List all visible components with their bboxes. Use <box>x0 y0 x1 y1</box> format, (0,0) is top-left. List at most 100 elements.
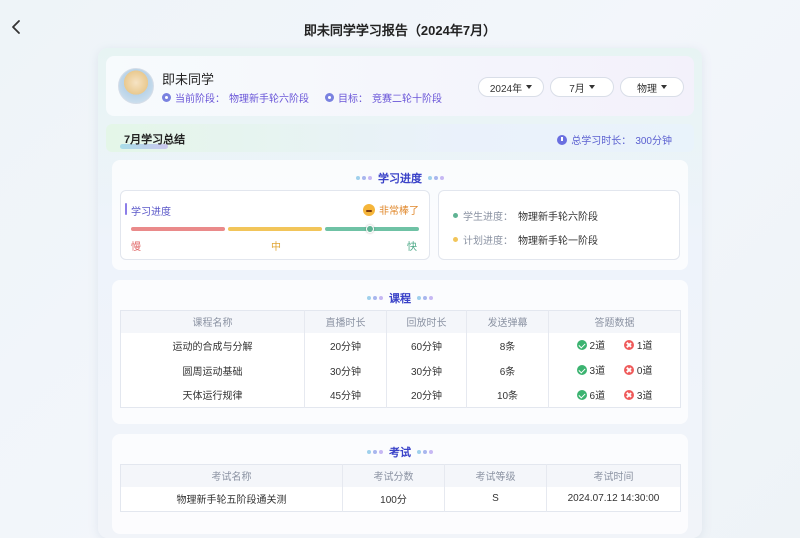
dots-decoration <box>356 176 372 180</box>
live-duration: 20分钟 <box>304 332 387 358</box>
course-name: 圆周运动基础 <box>120 357 305 383</box>
month-select-value: 7月 <box>569 83 585 95</box>
speed-label-mid: 中 <box>271 242 281 253</box>
stage-label: 当前阶段： <box>175 94 225 105</box>
rating-badge-text: 非常棒了 <box>379 206 419 217</box>
report-panel: 即未同学 当前阶段： 物理新手轮六阶段 目标： 竞赛二轮十阶段 2024年 7月… <box>98 48 702 538</box>
student-progress-label: 学生进度： <box>463 212 513 223</box>
clock-icon <box>557 134 568 145</box>
progress-legend-card: 学生进度： 物理新手轮六阶段 计划进度： 物理新手轮一阶段 <box>438 190 680 260</box>
speed-label-fast: 快 <box>407 242 417 253</box>
progress-section-title: 学习进度 <box>378 173 422 185</box>
happy-face-icon <box>363 203 375 216</box>
replay-duration: 60分钟 <box>386 332 467 358</box>
avatar <box>118 68 154 104</box>
plan-progress-value: 物理新手轮一阶段 <box>518 236 598 247</box>
profile-meta: 当前阶段： 物理新手轮六阶段 目标： 竞赛二轮十阶段 <box>162 90 454 105</box>
x-circle-icon <box>623 364 634 375</box>
green-dot-icon <box>453 213 458 218</box>
month-select[interactable]: 7月 <box>550 77 614 97</box>
student-progress-row: 学生进度： 物理新手轮六阶段 <box>453 208 598 223</box>
total-time-label: 总学习时长： <box>571 136 632 147</box>
target-icon <box>325 93 334 102</box>
chevron-down-icon <box>526 85 533 89</box>
table-row[interactable]: 天体运行规律 45分钟 20分钟 10条 6道 3道 <box>120 382 681 408</box>
x-circle-icon <box>623 389 634 400</box>
table-row[interactable]: 物理新手轮五阶段通关测 100分 S 2024.07.12 14:30:00 <box>120 486 681 512</box>
dots-decoration <box>417 450 433 454</box>
table-row[interactable]: 圆周运动基础 30分钟 30分钟 6条 3道 0道 <box>120 357 681 383</box>
check-circle-icon <box>576 339 587 350</box>
column-header: 答题数据 <box>548 310 681 333</box>
goal-label: 目标： <box>338 94 368 105</box>
profile-card: 即未同学 当前阶段： 物理新手轮六阶段 目标： 竞赛二轮十阶段 2024年 7月… <box>106 56 694 116</box>
column-header: 考试时间 <box>546 464 681 487</box>
rating-badge: 非常棒了 <box>363 202 419 217</box>
wrong-count: 0道 <box>636 366 653 378</box>
dots-decoration <box>367 450 383 454</box>
page-title: 即未同学学习报告（2024年7月） <box>303 23 497 38</box>
courses-section: 课程 课程名称 直播时长 回放时长 发送弹幕 答题数据 运动的合成与分解 20分… <box>112 280 688 424</box>
column-header: 直播时长 <box>304 310 387 333</box>
correct-count: 6道 <box>589 391 606 402</box>
x-circle-icon <box>623 339 634 350</box>
table-row[interactable]: 运动的合成与分解 20分钟 60分钟 8条 2道 1道 <box>120 332 681 358</box>
speed-indicator <box>366 225 375 233</box>
total-time-value: 300分钟 <box>635 136 672 147</box>
year-select-value: 2024年 <box>489 83 523 95</box>
student-progress-value: 物理新手轮六阶段 <box>518 212 598 223</box>
year-select[interactable]: 2024年 <box>478 77 544 97</box>
stage-value: 物理新手轮六阶段 <box>229 94 309 105</box>
exams-section: 考试 考试名称 考试分数 考试等级 考试时间 物理新手轮五阶段通关测 100分 … <box>112 434 688 534</box>
progress-card-label: 学习进度 <box>131 207 171 218</box>
live-duration: 30分钟 <box>304 357 387 383</box>
exam-score: 100分 <box>342 486 445 512</box>
column-header: 回放时长 <box>386 310 467 333</box>
user-name: 即未同学 <box>162 72 215 87</box>
exams-section-header: 考试 <box>112 444 688 460</box>
top-bar: 即未同学学习报告（2024年7月） <box>0 0 800 48</box>
danmaku-count: 10条 <box>466 382 549 408</box>
column-header: 考试名称 <box>120 464 343 487</box>
stage-icon <box>162 93 171 102</box>
progress-card: 学习进度 非常棒了 慢 中 快 <box>120 190 430 260</box>
courses-table: 课程名称 直播时长 回放时长 发送弹幕 答题数据 运动的合成与分解 20分钟 6… <box>120 310 681 408</box>
chevron-down-icon <box>661 85 667 89</box>
dots-decoration <box>367 296 383 300</box>
check-circle-icon <box>576 364 587 375</box>
subject-select-value: 物理 <box>637 83 657 95</box>
column-header: 发送弹幕 <box>466 310 549 333</box>
subject-select[interactable]: 物理 <box>620 77 684 97</box>
answer-stats: 6道 3道 <box>549 383 681 408</box>
exams-table: 考试名称 考试分数 考试等级 考试时间 物理新手轮五阶段通关测 100分 S 2… <box>120 464 681 512</box>
live-duration: 45分钟 <box>304 382 387 408</box>
summary-title: 7月学习总结 <box>124 134 186 146</box>
yellow-dot-icon <box>453 237 458 242</box>
progress-section-header: 学习进度 <box>112 170 688 186</box>
table-header-row: 课程名称 直播时长 回放时长 发送弹幕 答题数据 <box>120 310 681 333</box>
correct-count: 3道 <box>589 366 606 378</box>
check-circle-icon <box>576 389 587 400</box>
chevron-down-icon <box>588 85 595 89</box>
progress-section: 学习进度 学习进度 非常棒了 慢 中 快 学生进度： 物理新手轮六阶段 计划进度… <box>112 160 688 270</box>
replay-duration: 20分钟 <box>386 382 467 408</box>
exam-grade: S <box>444 486 547 512</box>
goal-value: 竞赛二轮十阶段 <box>372 94 442 105</box>
correct-count: 2道 <box>589 341 606 353</box>
plan-progress-row: 计划进度： 物理新手轮一阶段 <box>453 232 598 247</box>
exams-section-title: 考试 <box>389 447 411 459</box>
column-header: 考试分数 <box>342 464 445 487</box>
speed-segment-mid <box>228 227 322 231</box>
danmaku-count: 6条 <box>466 357 549 383</box>
plan-progress-label: 计划进度： <box>463 236 513 247</box>
courses-section-header: 课程 <box>112 290 688 306</box>
exam-name: 物理新手轮五阶段通关测 <box>120 486 343 512</box>
speed-track <box>131 225 419 233</box>
column-header: 课程名称 <box>120 310 305 333</box>
wrong-count: 3道 <box>636 391 653 402</box>
speed-segment-slow <box>131 227 225 231</box>
wrong-count: 1道 <box>636 341 653 353</box>
speed-label-slow: 慢 <box>131 242 141 253</box>
answer-stats: 2道 1道 <box>549 333 681 358</box>
course-name: 天体运行规律 <box>120 382 305 408</box>
